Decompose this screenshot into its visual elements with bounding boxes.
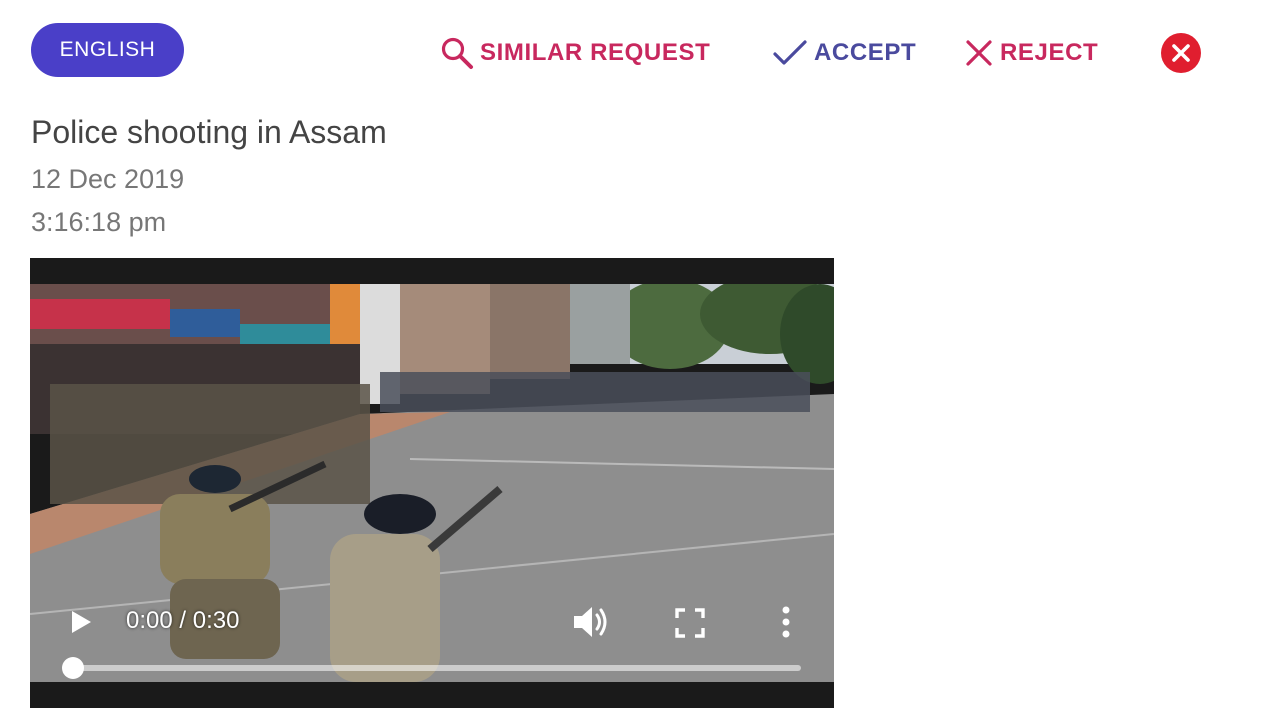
play-button[interactable] — [66, 608, 94, 636]
video-progress-thumb[interactable] — [62, 657, 84, 679]
check-icon — [772, 38, 808, 68]
fullscreen-icon — [675, 608, 705, 638]
accept-button[interactable]: ACCEPT — [772, 34, 916, 72]
search-icon — [440, 36, 474, 70]
volume-icon — [574, 607, 607, 637]
video-player[interactable]: 0:00 / 0:30 — [30, 258, 834, 708]
request-date: 12 Dec 2019 — [31, 164, 185, 194]
language-label: ENGLISH — [59, 38, 156, 61]
request-title: Police shooting in Assam — [31, 114, 387, 150]
more-vert-icon — [782, 606, 790, 638]
close-circle-icon — [1172, 44, 1190, 62]
reject-button[interactable]: REJECT — [964, 34, 1098, 72]
play-icon — [72, 611, 91, 633]
fullscreen-button[interactable] — [675, 608, 705, 638]
close-button[interactable] — [1161, 33, 1201, 73]
x-icon — [964, 38, 994, 68]
video-time: 0:00 / 0:30 — [126, 607, 240, 634]
language-button[interactable]: ENGLISH — [31, 23, 184, 77]
reject-label: REJECT — [1000, 39, 1099, 66]
similar-request-label: SIMILAR REQUEST — [480, 39, 711, 66]
request-time: 3:16:18 pm — [31, 207, 167, 237]
similar-request-button[interactable]: SIMILAR REQUEST — [440, 34, 710, 72]
more-options-button[interactable] — [774, 604, 798, 640]
volume-button[interactable] — [572, 604, 612, 640]
request-review-page: ENGLISH SIMILAR REQUEST ACCEPT REJECT Po… — [0, 0, 1280, 722]
video-progress-bar[interactable] — [62, 657, 801, 679]
accept-label: ACCEPT — [814, 39, 917, 66]
